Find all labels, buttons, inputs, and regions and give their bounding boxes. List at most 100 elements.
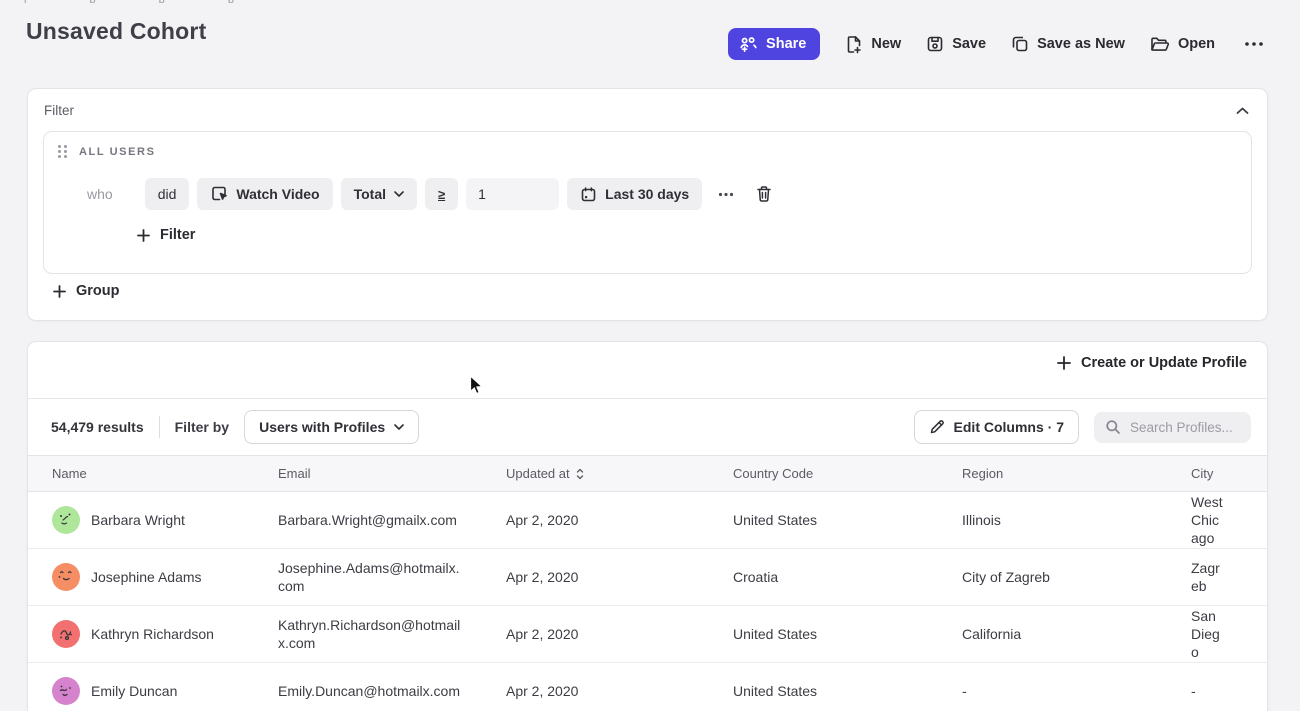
- profile-country: Croatia: [733, 568, 962, 586]
- profile-country: United States: [733, 682, 962, 700]
- open-button-label: Open: [1178, 36, 1215, 52]
- plus-icon: [1057, 356, 1071, 370]
- table-row[interactable]: Emily Duncan Emily.Duncan@hotmailx.com A…: [28, 663, 1267, 711]
- share-people-icon: [739, 36, 758, 53]
- save-as-new-button-label: Save as New: [1037, 36, 1125, 52]
- profile-updated-at: Apr 2, 2020: [506, 568, 733, 586]
- profile-email: Emily.Duncan@hotmailx.com: [278, 682, 506, 700]
- clipped-breadcrumb-fragment: l p p p: [24, 0, 264, 3]
- column-header-region[interactable]: Region: [962, 466, 1191, 481]
- new-button-label: New: [871, 36, 901, 52]
- create-or-update-profile-button[interactable]: Create or Update Profile: [1057, 355, 1247, 371]
- kebab-dots-icon: [1244, 41, 1264, 47]
- sort-icon: [576, 468, 584, 480]
- profile-email: Josephine.Adams@hotmailx.com: [278, 559, 506, 595]
- profile-name: Kathryn Richardson: [91, 625, 214, 643]
- results-panel: Create or Update Profile 54,479 results …: [27, 341, 1268, 711]
- profile-email: Kathryn.Richardson@hotmailx.com: [278, 616, 506, 652]
- create-or-update-profile-label: Create or Update Profile: [1081, 355, 1247, 371]
- profile-name: Josephine Adams: [91, 568, 202, 586]
- filter-by-label: Filter by: [175, 419, 229, 435]
- profile-name: Barbara Wright: [91, 511, 185, 529]
- collapse-filter-button[interactable]: [1232, 99, 1253, 122]
- search-profiles-input[interactable]: [1130, 420, 1240, 435]
- results-count: 54,479 results: [51, 419, 144, 435]
- table-row[interactable]: Barbara Wright Barbara.Wright@gmailx.com…: [28, 492, 1267, 549]
- profile-updated-at: Apr 2, 2020: [506, 682, 733, 700]
- delete-clause-button[interactable]: [752, 181, 776, 207]
- plus-icon: [137, 229, 150, 242]
- divider: [159, 416, 160, 438]
- trash-icon: [756, 185, 772, 203]
- kebab-dots-icon: [718, 192, 734, 197]
- profile-region: Illinois: [962, 511, 1191, 529]
- add-group-button[interactable]: Group: [53, 283, 120, 299]
- search-icon: [1105, 419, 1121, 435]
- results-toolbar: 54,479 results Filter by Users with Prof…: [28, 398, 1267, 455]
- filter-panel: Filter ALL USERS who did: [27, 88, 1268, 321]
- chevron-up-icon: [1236, 107, 1249, 115]
- edit-columns-label: Edit Columns · 7: [954, 419, 1064, 435]
- plus-icon: [53, 285, 66, 298]
- operator-chip[interactable]: ≥: [425, 178, 458, 210]
- new-button[interactable]: New: [845, 35, 901, 54]
- aggregation-chip-label: Total: [354, 186, 386, 202]
- page-title: Unsaved Cohort: [26, 18, 206, 45]
- profile-updated-at: Apr 2, 2020: [506, 625, 733, 643]
- date-range-chip-label: Last 30 days: [605, 186, 689, 202]
- save-icon: [926, 35, 944, 53]
- profile-country: United States: [733, 625, 962, 643]
- profile-region: -: [962, 682, 1191, 700]
- share-button[interactable]: Share: [728, 28, 820, 60]
- add-group-label: Group: [76, 283, 120, 299]
- add-filter-button[interactable]: Filter: [137, 227, 195, 243]
- column-header-name[interactable]: Name: [52, 466, 278, 481]
- save-button[interactable]: Save: [926, 35, 986, 53]
- operator-chip-label: ≥: [438, 187, 445, 202]
- aggregation-chip[interactable]: Total: [341, 178, 417, 210]
- avatar: [52, 677, 80, 705]
- table-body: Barbara Wright Barbara.Wright@gmailx.com…: [28, 492, 1267, 711]
- new-document-icon: [845, 35, 863, 54]
- date-range-chip[interactable]: Last 30 days: [567, 178, 702, 210]
- drag-handle[interactable]: [58, 145, 67, 158]
- avatar: [52, 506, 80, 534]
- chevron-down-icon: [394, 424, 404, 430]
- edit-columns-button[interactable]: Edit Columns · 7: [914, 410, 1079, 444]
- avatar: [52, 563, 80, 591]
- save-as-new-button[interactable]: Save as New: [1011, 35, 1125, 53]
- profile-name: Emily Duncan: [91, 682, 177, 700]
- profiles-filter-dropdown[interactable]: Users with Profiles: [244, 410, 419, 444]
- column-header-updated-at[interactable]: Updated at: [506, 466, 733, 481]
- open-folder-icon: [1150, 36, 1170, 53]
- copy-icon: [1011, 35, 1029, 53]
- share-button-label: Share: [766, 36, 806, 52]
- column-header-email[interactable]: Email: [278, 466, 506, 481]
- open-button[interactable]: Open: [1150, 36, 1215, 53]
- column-header-city[interactable]: City: [1191, 466, 1267, 481]
- save-button-label: Save: [952, 36, 986, 52]
- profiles-filter-dropdown-label: Users with Profiles: [259, 419, 385, 435]
- event-icon: [210, 185, 228, 203]
- add-filter-label: Filter: [160, 227, 195, 243]
- column-header-country-code[interactable]: Country Code: [733, 466, 962, 481]
- profile-region: City of Zagreb: [962, 568, 1191, 586]
- event-chip-label: Watch Video: [236, 186, 319, 202]
- table-row[interactable]: Kathryn Richardson Kathryn.Richardson@ho…: [28, 606, 1267, 663]
- filter-panel-title: Filter: [44, 103, 74, 118]
- search-profiles-box[interactable]: [1094, 412, 1251, 443]
- table-header: Name Email Updated at Country Code Regio…: [28, 455, 1267, 492]
- table-row[interactable]: Josephine Adams Josephine.Adams@hotmailx…: [28, 549, 1267, 606]
- pencil-icon: [929, 419, 945, 435]
- filter-clause: who did Watch Video Total: [87, 178, 776, 210]
- profile-email: Barbara.Wright@gmailx.com: [278, 511, 506, 529]
- event-chip[interactable]: Watch Video: [197, 178, 332, 210]
- clause-more-button[interactable]: [714, 188, 738, 201]
- value-input[interactable]: [466, 178, 559, 210]
- chevron-down-icon: [394, 191, 404, 197]
- filter-group-label: ALL USERS: [79, 146, 156, 158]
- avatar: [52, 620, 80, 648]
- more-options-button[interactable]: [1240, 37, 1268, 51]
- did-chip[interactable]: did: [145, 178, 190, 210]
- profile-city: -: [1191, 682, 1267, 700]
